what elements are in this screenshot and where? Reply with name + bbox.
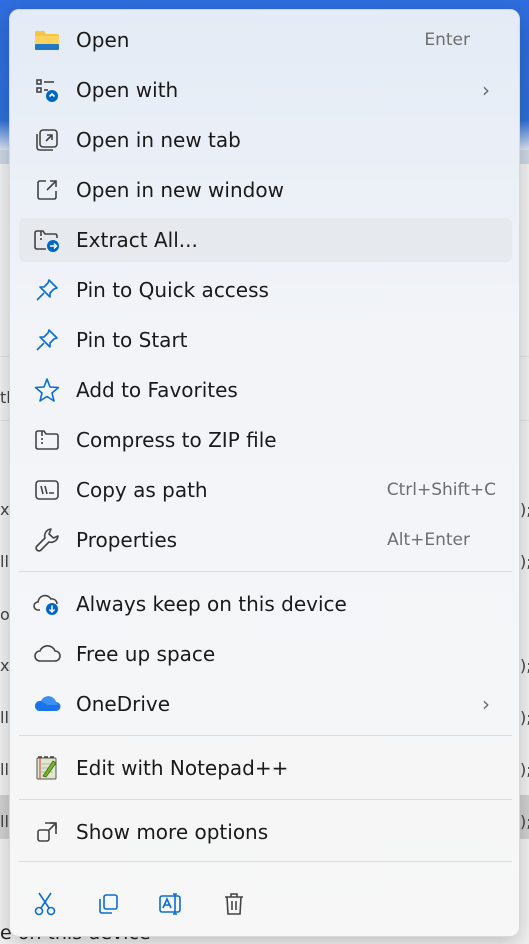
notepad-plus-plus-icon xyxy=(33,754,61,782)
menu-item-open[interactable]: Open Enter xyxy=(19,18,512,62)
cloud-icon xyxy=(33,640,61,668)
cut-button[interactable] xyxy=(27,888,63,924)
menu-item-label: Open in new tab xyxy=(76,128,241,152)
menu-separator xyxy=(19,799,512,800)
chevron-right-icon: › xyxy=(482,692,490,716)
menu-item-open-new-tab[interactable]: Open in new tab xyxy=(19,118,512,162)
menu-item-label: Pin to Quick access xyxy=(76,278,269,302)
menu-item-edit-notepad[interactable]: Edit with Notepad++ xyxy=(19,746,512,790)
menu-item-onedrive[interactable]: OneDrive › xyxy=(19,682,512,726)
bg-text-fragment: ll xyxy=(0,552,9,571)
zip-folder-icon xyxy=(33,426,61,454)
wrench-icon xyxy=(33,526,61,554)
menu-item-free-up-space[interactable]: Free up space xyxy=(19,632,512,676)
menu-item-always-keep[interactable]: Always keep on this device xyxy=(19,582,512,626)
quick-actions-bar xyxy=(10,888,519,928)
bg-text-fragment: ); xyxy=(520,500,529,519)
menu-item-shortcut: Alt+Enter xyxy=(387,530,470,550)
menu-item-show-more-options[interactable]: Show more options xyxy=(19,810,512,854)
menu-item-label: Show more options xyxy=(76,820,269,844)
rename-icon xyxy=(158,892,184,920)
menu-item-label: Add to Favorites xyxy=(76,378,238,402)
folder-icon xyxy=(33,26,61,54)
bg-text-fragment: ); xyxy=(520,552,529,571)
menu-item-open-with[interactable]: Open with › xyxy=(19,68,512,112)
copy-icon xyxy=(96,892,120,920)
menu-separator xyxy=(19,861,512,862)
delete-button[interactable] xyxy=(216,888,252,924)
star-icon xyxy=(33,376,61,404)
menu-item-label: Always keep on this device xyxy=(76,592,347,616)
new-tab-icon xyxy=(33,126,61,154)
menu-item-shortcut: Enter xyxy=(424,30,470,50)
menu-item-label: OneDrive xyxy=(76,692,171,716)
menu-item-properties[interactable]: Properties Alt+Enter xyxy=(19,518,512,562)
menu-item-label: Properties xyxy=(76,528,178,552)
menu-item-copy-as-path[interactable]: Copy as path Ctrl+Shift+C xyxy=(19,468,512,512)
menu-separator xyxy=(19,571,512,572)
menu-item-shortcut: Ctrl+Shift+C xyxy=(386,480,496,500)
chevron-right-icon: › xyxy=(482,78,490,102)
context-menu: Open Enter Open with › Open in new tab O… xyxy=(9,9,520,937)
menu-item-label: Open with xyxy=(76,78,179,102)
bg-text-fragment: ); xyxy=(520,708,529,727)
menu-item-add-favorites[interactable]: Add to Favorites xyxy=(19,368,512,412)
onedrive-icon xyxy=(33,690,61,718)
open-with-icon xyxy=(33,76,61,104)
cloud-download-icon xyxy=(33,590,61,618)
menu-item-extract-all[interactable]: Extract All... xyxy=(19,218,512,262)
bg-text-fragment: ll xyxy=(0,760,9,779)
rename-button[interactable] xyxy=(153,888,189,924)
bg-text-fragment: ll xyxy=(0,812,9,831)
bg-text-fragment: ); xyxy=(520,760,529,779)
copy-button[interactable] xyxy=(90,888,126,924)
menu-separator xyxy=(19,735,512,736)
bg-text-fragment: ); xyxy=(520,656,529,675)
menu-item-label: Compress to ZIP file xyxy=(76,428,277,452)
menu-item-pin-quick-access[interactable]: Pin to Quick access xyxy=(19,268,512,312)
menu-item-label: Open in new window xyxy=(76,178,284,202)
show-more-options-icon xyxy=(33,818,61,846)
bg-text-fragment: ); xyxy=(520,812,529,831)
new-window-icon xyxy=(33,176,61,204)
trash-icon xyxy=(222,891,246,921)
copy-path-icon xyxy=(33,476,61,504)
menu-item-label: Open xyxy=(76,28,130,52)
pin-icon xyxy=(33,276,61,304)
pin-icon xyxy=(33,326,61,354)
menu-item-open-new-window[interactable]: Open in new window xyxy=(19,168,512,212)
menu-item-compress-zip[interactable]: Compress to ZIP file xyxy=(19,418,512,462)
bg-text-fragment: ll xyxy=(0,708,9,727)
menu-item-label: Edit with Notepad++ xyxy=(76,756,289,780)
menu-item-pin-start[interactable]: Pin to Start xyxy=(19,318,512,362)
menu-item-label: Copy as path xyxy=(76,478,208,502)
menu-item-label: Free up space xyxy=(76,642,216,666)
cut-icon xyxy=(33,891,57,921)
menu-item-label: Extract All... xyxy=(76,228,198,252)
menu-item-label: Pin to Start xyxy=(76,328,188,352)
extract-icon xyxy=(33,226,61,254)
